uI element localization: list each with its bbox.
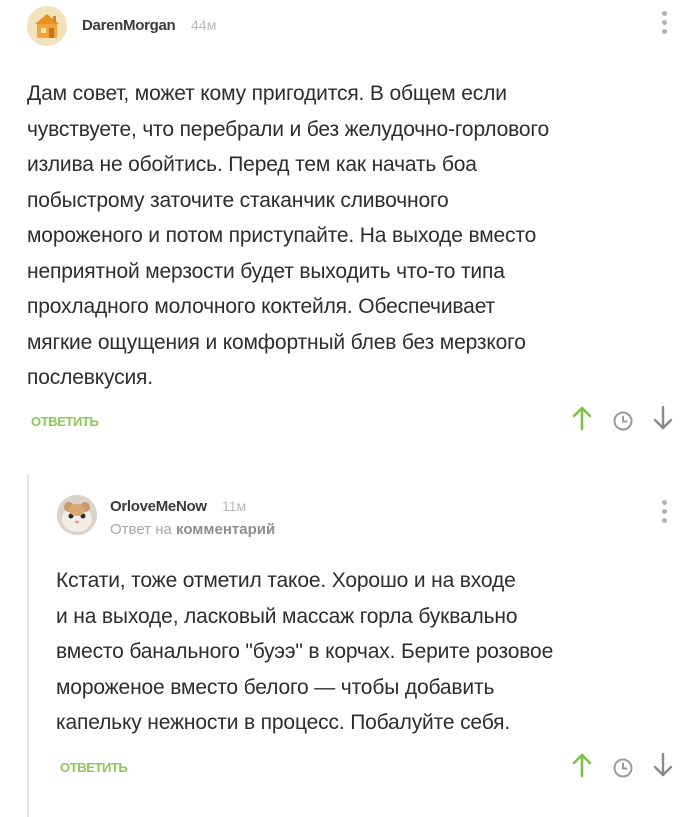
comment-text: Кстати, тоже отметил такое. Хорошо и на … (56, 569, 554, 734)
comment-author[interactable]: OrloveMeNow (110, 498, 207, 515)
clock-icon[interactable] (612, 410, 634, 437)
arrow-up-icon[interactable] (571, 405, 593, 436)
comment-author[interactable]: DarenMorgan (82, 17, 176, 34)
comment-1: DarenMorgan 44м Дам совет, может кому пр… (0, 0, 700, 450)
reply-to-link[interactable]: комментарий (176, 521, 275, 538)
more-vertical-icon[interactable] (660, 498, 670, 528)
arrow-down-icon[interactable] (652, 752, 674, 783)
reply-thread-line (27, 474, 29, 817)
clock-icon[interactable] (612, 757, 634, 784)
comment-time[interactable]: 11м (222, 498, 246, 514)
reply-button[interactable]: ответить (31, 414, 99, 429)
more-vertical-icon[interactable] (660, 9, 670, 39)
avatar-orange-house-icon[interactable] (27, 6, 67, 46)
arrow-up-icon[interactable] (571, 752, 593, 783)
reply-to-prefix: Ответ на (110, 521, 172, 538)
comment-text: Дам совет, может кому пригодится. В обще… (27, 82, 550, 389)
reply-to-label: Ответ на комментарий (110, 521, 275, 538)
avatar-hamster-icon[interactable] (57, 495, 97, 535)
arrow-down-icon[interactable] (652, 405, 674, 436)
comment-time[interactable]: 44м (191, 17, 216, 33)
reply-button[interactable]: ответить (60, 760, 128, 775)
